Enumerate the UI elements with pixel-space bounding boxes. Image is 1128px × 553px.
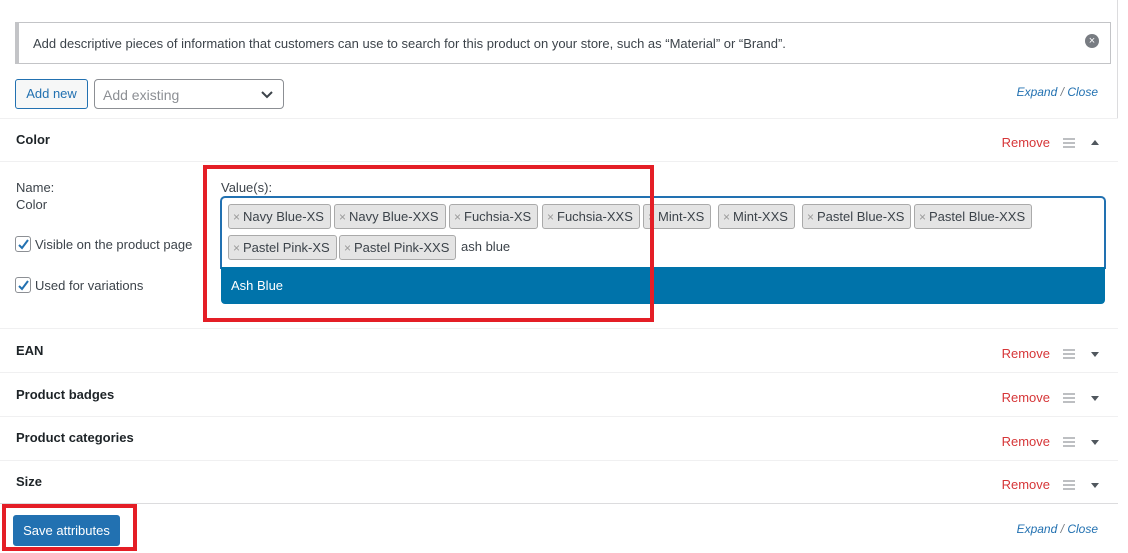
expand-all-link[interactable]: Expand bbox=[1017, 85, 1058, 99]
remove-tag-icon[interactable]: × bbox=[807, 210, 814, 224]
attribute-row-product-badges[interactable]: Product badges Remove bbox=[0, 372, 1118, 416]
value-tag: × Navy Blue-XXS bbox=[334, 204, 446, 229]
attribute-title: Color bbox=[16, 132, 50, 147]
expand-close-bottom: Expand / Close bbox=[1016, 522, 1098, 536]
attribute-color-body: Name: Color Visible on the product page … bbox=[0, 161, 1118, 328]
attribute-row-product-categories[interactable]: Product categories Remove bbox=[0, 416, 1118, 460]
remove-tag-icon[interactable]: × bbox=[547, 210, 554, 224]
remove-button[interactable]: Remove bbox=[1002, 346, 1050, 361]
close-icon[interactable]: × bbox=[1085, 34, 1099, 48]
info-notice: Add descriptive pieces of information th… bbox=[15, 22, 1111, 64]
expand-arrow-icon[interactable] bbox=[1090, 350, 1100, 360]
drag-handle-icon[interactable] bbox=[1063, 138, 1075, 148]
value-tag: × Mint-XXS bbox=[718, 204, 795, 229]
suggestion-label: Ash Blue bbox=[231, 278, 284, 293]
remove-tag-icon[interactable]: × bbox=[339, 210, 346, 224]
attribute-title: Product badges bbox=[16, 387, 115, 402]
collapse-arrow-icon[interactable] bbox=[1090, 137, 1100, 147]
drag-handle-icon[interactable] bbox=[1063, 480, 1075, 490]
attributes-footer: Save attributes bbox=[0, 503, 1118, 553]
remove-button[interactable]: Remove bbox=[1002, 135, 1050, 150]
remove-button[interactable]: Remove bbox=[1002, 477, 1050, 492]
value-tag: × Pastel Pink-XXS bbox=[339, 235, 457, 260]
values-multiselect[interactable]: × Navy Blue-XS × Navy Blue-XXS × Fuchsia-XS… bbox=[221, 197, 1105, 268]
checkbox-checked[interactable] bbox=[15, 277, 31, 293]
close-all-link[interactable]: Close bbox=[1067, 522, 1098, 536]
attributes-panel: Add descriptive pieces of information th… bbox=[0, 0, 1118, 553]
add-existing-placeholder: Add existing bbox=[103, 87, 180, 103]
remove-tag-icon[interactable]: × bbox=[919, 210, 926, 224]
expand-arrow-icon[interactable] bbox=[1090, 394, 1100, 404]
remove-button[interactable]: Remove bbox=[1002, 434, 1050, 449]
remove-tag-icon[interactable]: × bbox=[454, 210, 461, 224]
value-tag: × Navy Blue-XS bbox=[228, 204, 331, 229]
value-tag: × Pastel Pink-XS bbox=[228, 235, 337, 260]
expand-arrow-icon[interactable] bbox=[1090, 438, 1100, 448]
save-attributes-button[interactable]: Save attributes bbox=[13, 515, 120, 546]
attribute-row-color[interactable]: Color Remove bbox=[0, 118, 1118, 161]
attribute-row-ean[interactable]: EAN Remove bbox=[0, 328, 1118, 372]
remove-tag-icon[interactable]: × bbox=[723, 210, 730, 224]
close-all-link[interactable]: Close bbox=[1067, 85, 1098, 99]
values-search-input[interactable]: ash blue bbox=[461, 239, 510, 254]
drag-handle-icon[interactable] bbox=[1063, 393, 1075, 403]
values-label: Value(s): bbox=[221, 180, 273, 195]
variations-label: Used for variations bbox=[35, 277, 144, 293]
drag-handle-icon[interactable] bbox=[1063, 349, 1075, 359]
suggestion-option[interactable]: Ash Blue bbox=[221, 267, 1105, 304]
remove-tag-icon[interactable]: × bbox=[233, 210, 240, 224]
attribute-title: Size bbox=[16, 474, 43, 489]
drag-handle-icon[interactable] bbox=[1063, 437, 1075, 447]
value-tag: × Pastel Blue-XS bbox=[802, 204, 912, 229]
attribute-title: EAN bbox=[16, 343, 44, 358]
value-tag: × Fuchsia-XS bbox=[449, 204, 539, 229]
notice-text: Add descriptive pieces of information th… bbox=[33, 36, 786, 51]
visible-label: Visible on the product page bbox=[35, 236, 193, 252]
name-value: Color bbox=[16, 197, 48, 212]
expand-arrow-icon[interactable] bbox=[1090, 481, 1100, 491]
value-tag: × Mint-XS bbox=[643, 204, 712, 229]
value-tag: × Pastel Blue-XXS bbox=[914, 204, 1033, 229]
checkmark-icon bbox=[18, 239, 29, 250]
expand-all-link[interactable]: Expand bbox=[1017, 522, 1058, 536]
checkbox-checked[interactable] bbox=[15, 236, 31, 252]
value-tag: × Fuchsia-XXS bbox=[542, 204, 640, 229]
add-existing-select[interactable]: Add existing bbox=[94, 79, 284, 109]
add-new-button[interactable]: Add new bbox=[15, 79, 88, 109]
remove-tag-icon[interactable]: × bbox=[233, 241, 240, 255]
attribute-title: Product categories bbox=[16, 430, 134, 445]
expand-close-top: Expand / Close bbox=[1016, 85, 1098, 99]
checkmark-icon bbox=[18, 280, 29, 291]
attribute-row-size[interactable]: Size Remove bbox=[0, 460, 1118, 503]
remove-tag-icon[interactable]: × bbox=[648, 210, 655, 224]
used-for-variations-checkbox[interactable]: Used for variations bbox=[15, 277, 143, 293]
remove-button[interactable]: Remove bbox=[1002, 390, 1050, 405]
name-label: Name: bbox=[16, 180, 55, 195]
chevron-down-icon bbox=[261, 91, 273, 99]
visible-on-product-page-checkbox[interactable]: Visible on the product page bbox=[15, 236, 192, 252]
remove-tag-icon[interactable]: × bbox=[344, 241, 351, 255]
